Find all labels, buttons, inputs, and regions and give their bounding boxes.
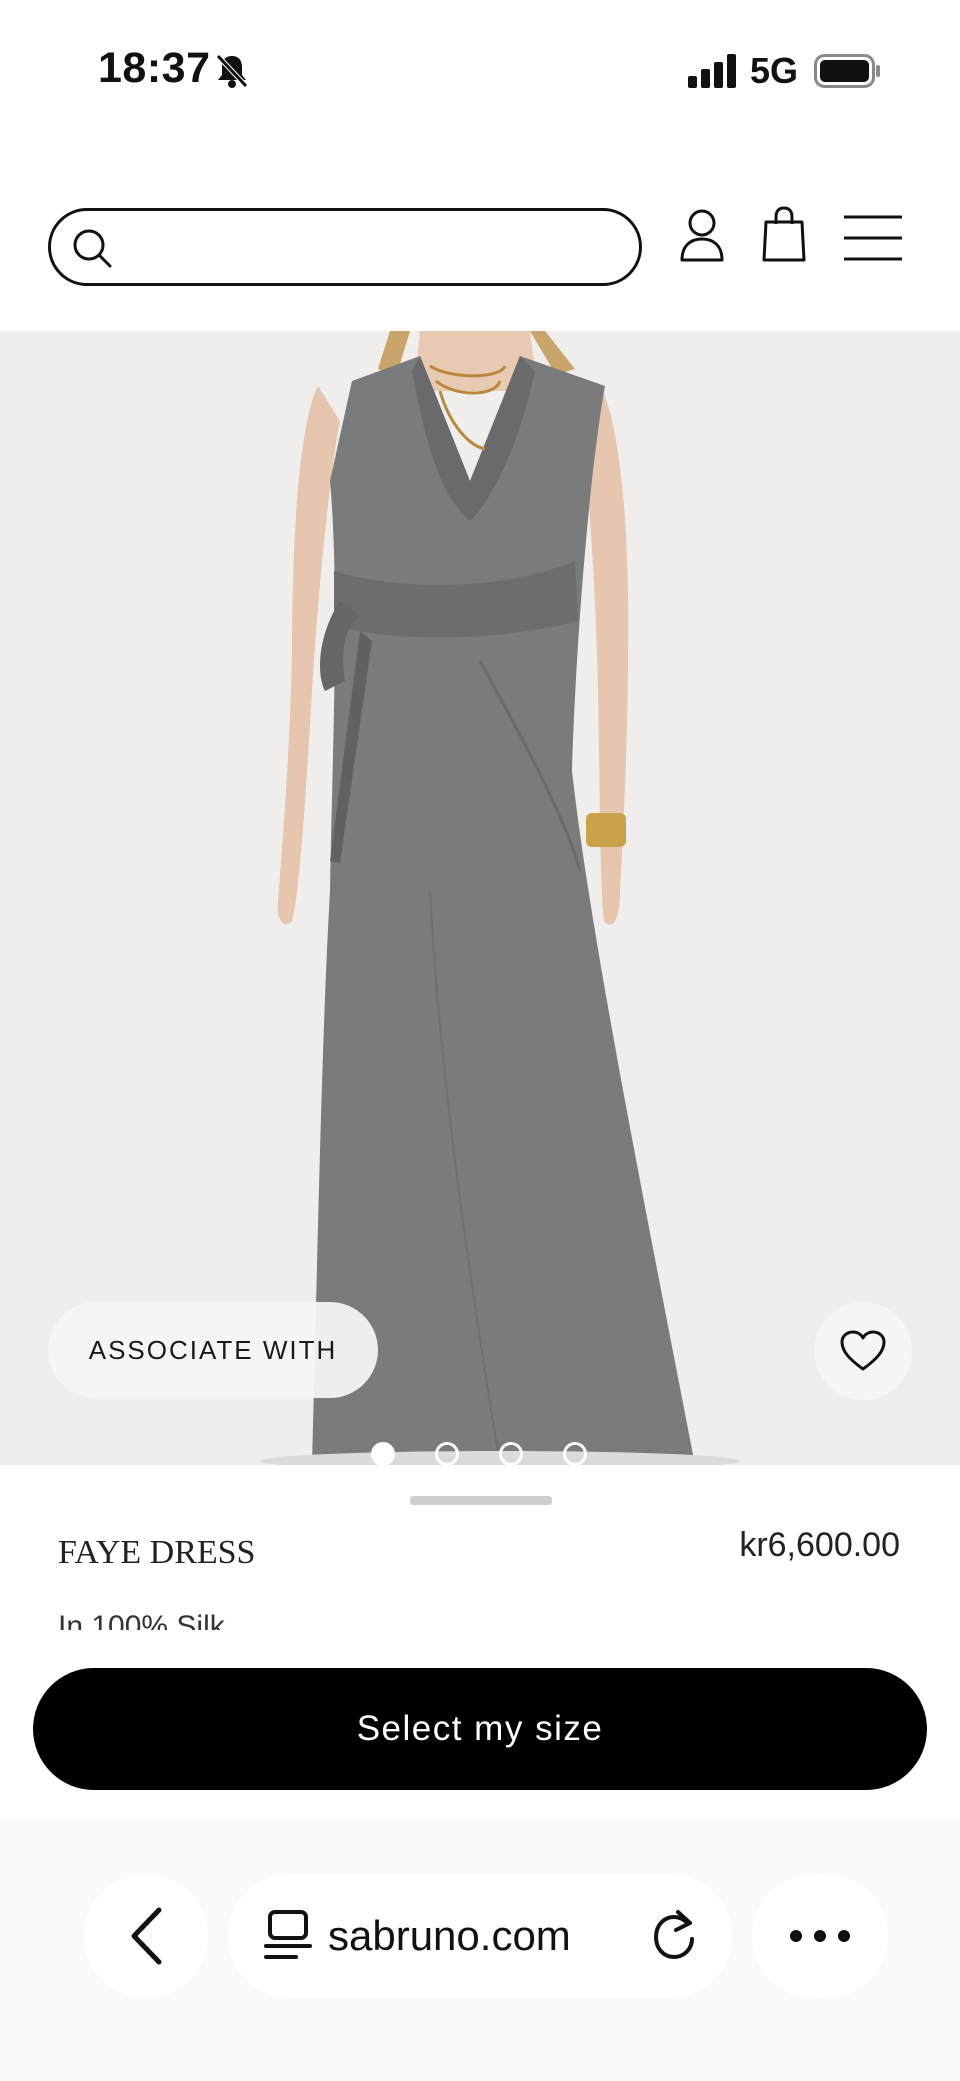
search-icon bbox=[73, 229, 112, 268]
product-description: In 100% Silk bbox=[58, 1608, 558, 1630]
more-icon bbox=[790, 1930, 850, 1942]
carousel-dot[interactable] bbox=[499, 1442, 523, 1466]
product-photo bbox=[260, 331, 740, 1465]
battery-icon bbox=[814, 54, 880, 88]
reader-icon bbox=[264, 1910, 312, 1959]
product-price: kr6,600.00 bbox=[739, 1526, 900, 1564]
account-icon[interactable] bbox=[680, 208, 724, 262]
network-label: 5G bbox=[750, 50, 799, 91]
carousel-dot[interactable] bbox=[563, 1442, 587, 1466]
url-text: sabruno.com bbox=[328, 1912, 571, 1959]
more-button[interactable] bbox=[752, 1874, 888, 1998]
product-name: FAYE DRESS bbox=[58, 1534, 256, 1571]
back-button[interactable] bbox=[84, 1874, 208, 1998]
bell-slash-icon bbox=[216, 54, 248, 88]
wishlist-button[interactable] bbox=[814, 1302, 912, 1400]
carousel-indicator bbox=[371, 1442, 587, 1466]
signal-icon bbox=[688, 54, 736, 88]
status-bar: 18:37 5G bbox=[0, 0, 960, 130]
bag-icon[interactable] bbox=[762, 206, 806, 262]
url-bar[interactable]: sabruno.com bbox=[228, 1874, 732, 1998]
sheet-drag-handle[interactable] bbox=[410, 1496, 552, 1505]
back-chevron-icon bbox=[131, 1907, 162, 1965]
search-input[interactable] bbox=[48, 208, 642, 286]
heart-icon bbox=[840, 1330, 886, 1371]
product-description-text: In 100% Silk bbox=[58, 1610, 225, 1630]
associate-with-button[interactable]: ASSOCIATE WITH bbox=[48, 1302, 378, 1398]
status-time: 18:37 bbox=[98, 44, 211, 92]
product-image[interactable] bbox=[0, 331, 960, 1465]
carousel-dot[interactable] bbox=[371, 1442, 395, 1466]
carousel-dot[interactable] bbox=[435, 1442, 459, 1466]
reload-icon[interactable] bbox=[648, 1908, 700, 1964]
select-size-button[interactable]: Select my size bbox=[33, 1668, 927, 1790]
menu-icon[interactable] bbox=[844, 214, 902, 262]
